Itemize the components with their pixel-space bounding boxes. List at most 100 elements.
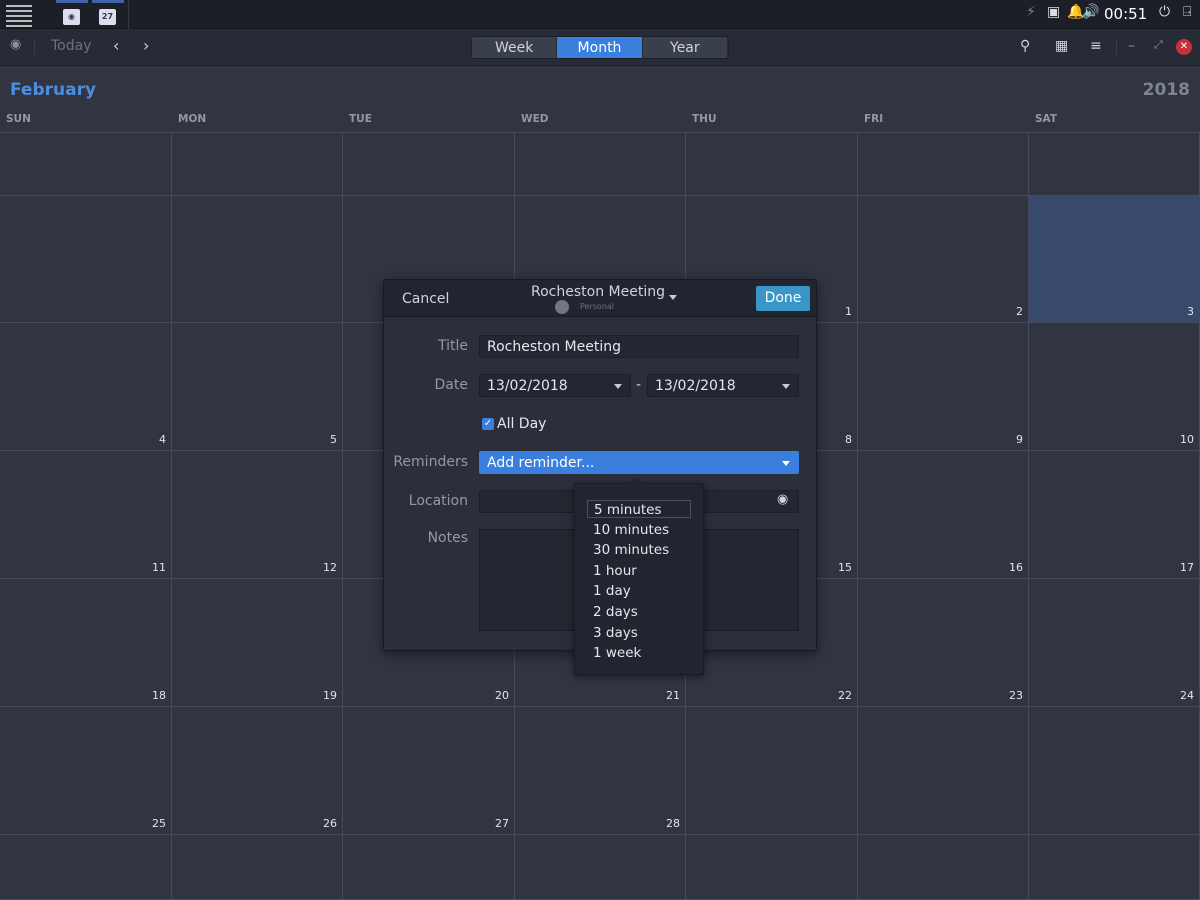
- day-cell[interactable]: 12: [172, 451, 343, 579]
- day-cell[interactable]: 16: [858, 451, 1029, 579]
- day-number: 9: [1016, 433, 1023, 446]
- day-cell[interactable]: 5: [172, 323, 343, 451]
- reminder-option[interactable]: 1 day: [587, 582, 691, 600]
- calendar-select-chevron-icon[interactable]: [669, 295, 677, 300]
- day-number: 27: [495, 817, 509, 830]
- search-icon[interactable]: ⚲: [1020, 38, 1030, 54]
- cancel-button[interactable]: Cancel: [402, 291, 449, 307]
- day-number: 16: [1009, 561, 1023, 574]
- previous-icon[interactable]: ‹: [113, 36, 119, 55]
- volume-icon[interactable]: 🔊: [1082, 4, 1099, 20]
- day-number: 23: [1009, 689, 1023, 702]
- reminder-option[interactable]: 3 days: [587, 624, 691, 642]
- start-date-picker[interactable]: 13/02/2018: [479, 374, 631, 397]
- day-cell[interactable]: [0, 835, 172, 900]
- day-cell[interactable]: 10: [1029, 323, 1200, 451]
- logout-icon[interactable]: ⍈: [1183, 4, 1191, 20]
- day-cell[interactable]: [172, 835, 343, 900]
- reminder-option[interactable]: 1 hour: [587, 562, 691, 580]
- day-number: 17: [1180, 561, 1194, 574]
- day-cell[interactable]: [858, 707, 1029, 835]
- reminder-option[interactable]: 10 minutes: [587, 521, 691, 539]
- day-cell[interactable]: 2: [858, 196, 1029, 323]
- reminder-option[interactable]: 1 week: [587, 644, 691, 662]
- next-icon[interactable]: ›: [143, 36, 149, 55]
- clock[interactable]: 00:51: [1104, 5, 1147, 23]
- day-cell[interactable]: [515, 835, 686, 900]
- minimize-icon[interactable]: –: [1128, 38, 1135, 54]
- done-button[interactable]: Done: [756, 286, 810, 311]
- toolbar-divider: [1116, 39, 1117, 55]
- end-date-picker[interactable]: 13/02/2018: [647, 374, 799, 397]
- day-cell[interactable]: 27: [343, 707, 515, 835]
- day-number: 28: [666, 817, 680, 830]
- today-button[interactable]: Today: [51, 38, 92, 54]
- calendar-toolbar: ◉ Today ‹ › Week Month Year ⚲ ▦ ≡ – ⤢ ✕: [0, 29, 1200, 66]
- day-cell[interactable]: [343, 835, 515, 900]
- day-cell[interactable]: [858, 835, 1029, 900]
- title-input[interactable]: Rocheston Meeting: [479, 335, 799, 358]
- day-cell[interactable]: 25: [0, 707, 172, 835]
- network-disconnected-icon[interactable]: ⚡: [1026, 4, 1036, 20]
- day-cell[interactable]: [1029, 835, 1200, 900]
- day-number: 5: [330, 433, 337, 446]
- day-cell[interactable]: [1029, 707, 1200, 835]
- menu-icon[interactable]: ≡: [1090, 38, 1102, 54]
- app-icon: ◉: [63, 9, 80, 25]
- day-cell[interactable]: [172, 196, 343, 323]
- calendar-grid-icon[interactable]: ▦: [1055, 38, 1068, 54]
- day-cell[interactable]: [0, 132, 172, 196]
- day-cell[interactable]: 17: [1029, 451, 1200, 579]
- maximize-icon[interactable]: ⤢: [1154, 38, 1163, 52]
- close-icon[interactable]: ✕: [1176, 39, 1192, 55]
- add-reminder-dropdown[interactable]: Add reminder...: [479, 451, 799, 474]
- reminder-option[interactable]: 5 minutes: [587, 500, 691, 518]
- day-cell[interactable]: [1029, 132, 1200, 196]
- app-menu-icon[interactable]: [6, 5, 32, 27]
- reminder-option[interactable]: 2 days: [587, 603, 691, 621]
- day-cell[interactable]: 18: [0, 579, 172, 707]
- tab-month[interactable]: Month: [557, 37, 643, 58]
- reminder-option[interactable]: 30 minutes: [587, 541, 691, 559]
- day-cell[interactable]: 23: [858, 579, 1029, 707]
- location-pin-icon[interactable]: ◉: [777, 492, 788, 507]
- event-title-heading: Rocheston Meeting: [531, 284, 665, 300]
- tab-year[interactable]: Year: [642, 37, 728, 58]
- reminder-options-popover: 5 minutes 10 minutes 30 minutes 1 hour 1 day…: [574, 477, 704, 675]
- day-number: 8: [845, 433, 852, 446]
- calendar-sources-icon[interactable]: ◉: [10, 37, 21, 52]
- taskbar-calendar-app[interactable]: 27: [92, 0, 124, 29]
- day-cell[interactable]: 24: [1029, 579, 1200, 707]
- clipboard-icon[interactable]: ▣: [1047, 4, 1060, 20]
- day-cell[interactable]: [686, 132, 858, 196]
- view-switcher: Week Month Year: [471, 36, 729, 59]
- title-label: Title: [437, 338, 468, 354]
- weekday-header: MON: [178, 113, 207, 125]
- day-cell[interactable]: 11: [0, 451, 172, 579]
- day-cell[interactable]: [343, 132, 515, 196]
- tab-week[interactable]: Week: [472, 37, 558, 58]
- day-number: 12: [323, 561, 337, 574]
- day-cell[interactable]: 4: [0, 323, 172, 451]
- dialog-header: Cancel Rocheston Meeting Personal Done: [384, 280, 816, 317]
- taskbar-app-1[interactable]: ◉: [56, 0, 88, 29]
- day-cell[interactable]: [0, 196, 172, 323]
- notes-label: Notes: [427, 530, 468, 546]
- day-cell[interactable]: [858, 132, 1029, 196]
- day-cell[interactable]: 9: [858, 323, 1029, 451]
- calendar-color-dot: [555, 300, 569, 314]
- day-cell[interactable]: [172, 132, 343, 196]
- calendar-name: Personal: [580, 302, 615, 311]
- day-cell[interactable]: [515, 132, 686, 196]
- all-day-checkbox[interactable]: ✓: [482, 418, 494, 430]
- month-title: February: [10, 80, 97, 100]
- day-cell[interactable]: 26: [172, 707, 343, 835]
- day-cell[interactable]: 3: [1029, 196, 1200, 323]
- calendar-app-icon: 27: [99, 9, 116, 25]
- all-day-label[interactable]: All Day: [497, 416, 546, 432]
- day-cell[interactable]: 28: [515, 707, 686, 835]
- power-icon[interactable]: ⏻: [1159, 4, 1170, 20]
- day-cell[interactable]: [686, 835, 858, 900]
- day-cell[interactable]: 19: [172, 579, 343, 707]
- day-cell[interactable]: [686, 707, 858, 835]
